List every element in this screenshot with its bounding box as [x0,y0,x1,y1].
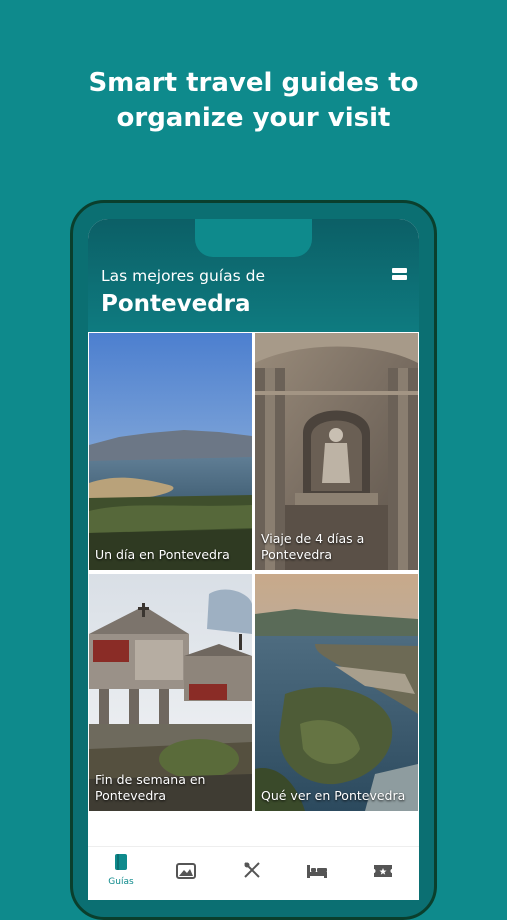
guide-image-aerial-coast [255,574,418,811]
nav-item-food[interactable] [227,847,277,900]
header-subtitle: Las mejores guías de [101,267,265,285]
guide-card-fin-de-semana[interactable]: Fin de semana en Pontevedra [89,574,252,811]
app-screen: Las mejores guías de Pontevedra Un día e… [88,219,419,900]
guide-card-un-dia[interactable]: Un día en Pontevedra [89,333,252,570]
promo-headline: Smart travel guides to organize your vis… [0,66,507,136]
bottom-nav: Guías [88,846,419,900]
nav-label-guias: Guías [108,877,134,887]
nav-item-hotels[interactable] [292,847,342,900]
utensils-icon [244,862,260,878]
promo-headline-line1: Smart travel guides to [88,68,419,98]
image-icon [176,863,196,879]
guide-card-viaje-4-dias[interactable]: Viaje de 4 días a Pontevedra [255,333,418,570]
guide-label: Fin de semana en Pontevedra [95,772,206,803]
header-title: Pontevedra [101,291,251,317]
guide-label: Un día en Pontevedra [95,547,230,562]
guide-image-estuary [89,333,252,570]
nav-item-photos[interactable] [161,847,211,900]
promo-headline-line2: organize your visit [116,103,391,133]
bed-icon [307,865,327,878]
nav-item-tickets[interactable] [358,847,408,900]
ticket-icon [374,865,392,877]
guide-card-que-ver[interactable]: Qué ver en Pontevedra [255,574,418,811]
guide-label: Viaje de 4 días a Pontevedra [261,531,365,562]
menu-icon[interactable] [392,268,407,281]
book-icon [115,854,127,870]
guide-label: Qué ver en Pontevedra [261,788,406,803]
nav-item-guias[interactable]: Guías [96,847,146,900]
phone-notch [195,219,312,257]
